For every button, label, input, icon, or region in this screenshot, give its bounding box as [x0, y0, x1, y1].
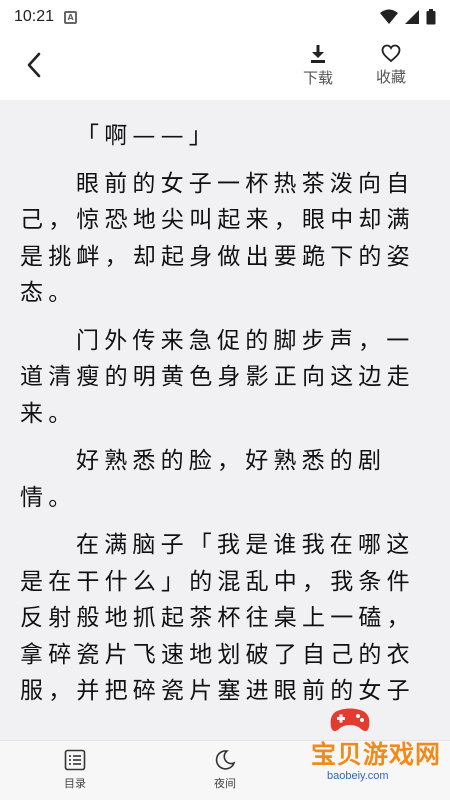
- reader-top-bar: 下载 收藏: [0, 34, 450, 100]
- paragraph: 「啊——」: [76, 123, 217, 149]
- night-label: 夜间: [214, 777, 236, 790]
- download-button[interactable]: 下载: [293, 44, 343, 94]
- night-mode-button[interactable]: 夜间: [195, 749, 255, 791]
- signal-icon: [405, 10, 419, 24]
- wifi-icon: [380, 9, 398, 24]
- heart-icon: [381, 44, 401, 63]
- favorite-button[interactable]: 收藏: [366, 44, 416, 94]
- download-label: 下载: [302, 69, 333, 87]
- paragraph: 好熟悉的脸，好熟悉的剧情。: [20, 448, 387, 511]
- toc-label: 目录: [64, 777, 86, 790]
- status-bar: 10:21 A: [0, 0, 450, 34]
- paragraph: 眼前的女子一杯热茶泼向自己，惊恐地尖叫起来，眼中却满是挑衅，却起身做出要跪下的姿…: [20, 170, 415, 307]
- toc-button[interactable]: 目录: [45, 749, 105, 791]
- download-icon: [311, 45, 325, 63]
- paragraph: 在满脑子「我是谁我在哪这是在干什么」的混乱中，我条件反射般地抓起茶杯往桌上一磕，…: [20, 532, 415, 704]
- watermark-title: 宝贝游戏网: [311, 740, 442, 769]
- gamepad-icon: [330, 708, 370, 732]
- watermark-url: baobeiy.com: [327, 770, 389, 782]
- notification-icon: A: [64, 10, 78, 24]
- reader-content[interactable]: 「啊——」 眼前的女子一杯热茶泼向自己，惊恐地尖叫起来，眼中却满是挑衅，却起身做…: [0, 100, 450, 740]
- moon-icon: [215, 750, 236, 770]
- list-icon: [64, 749, 86, 771]
- battery-icon: [426, 9, 436, 25]
- status-time: 10:21: [14, 8, 55, 25]
- favorite-label: 收藏: [375, 68, 406, 86]
- status-icons: [380, 9, 436, 25]
- watermark: 宝贝游戏网 baobeiy.com: [275, 705, 445, 795]
- back-button[interactable]: [20, 48, 48, 82]
- chevron-left-icon: [27, 52, 41, 78]
- paragraph: 门外传来急促的脚步声，一道清瘦的明黄色身影正向这边走来。: [20, 327, 415, 427]
